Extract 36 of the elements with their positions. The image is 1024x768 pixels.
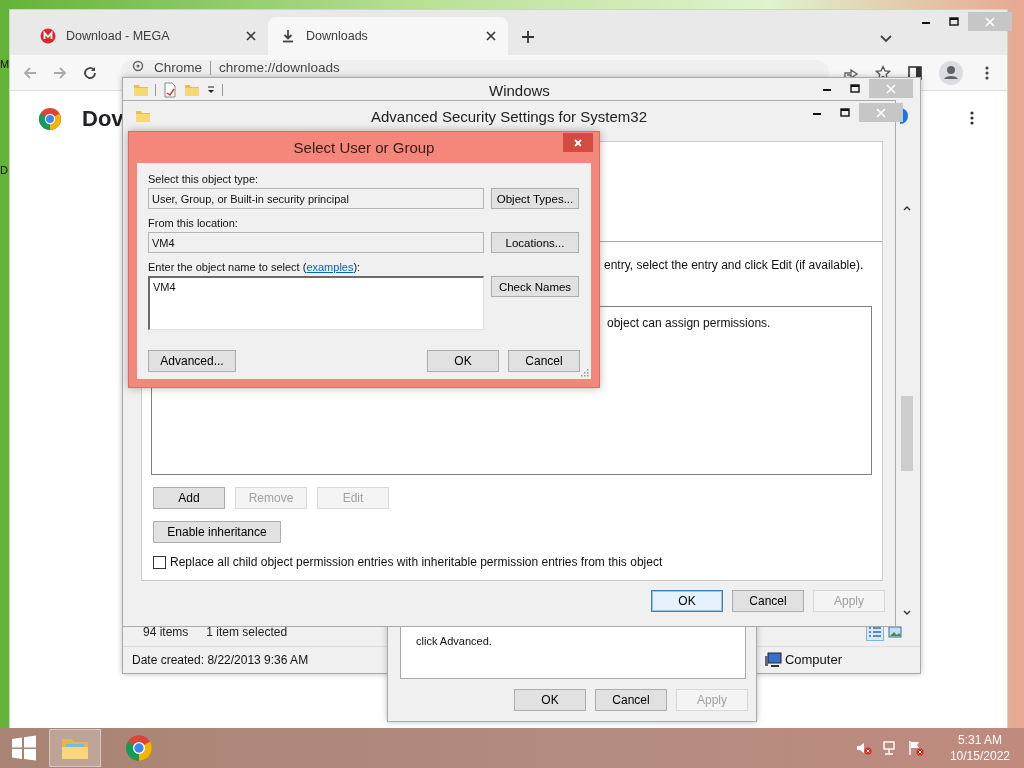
desktop-icon-label: D bbox=[0, 164, 8, 176]
object-type-field[interactable]: User, Group, or Built-in security principal bbox=[148, 188, 484, 209]
field-label: Select this object type: bbox=[148, 173, 260, 185]
dialog-button[interactable]: Cancel bbox=[595, 689, 667, 711]
field-label: From this location: bbox=[148, 217, 239, 229]
list-message: object can assign permissions. bbox=[607, 316, 771, 330]
desktop-icon-label: M bbox=[0, 58, 10, 70]
object-name-field[interactable]: VM4 bbox=[148, 276, 484, 330]
dialog-button[interactable]: Advanced... bbox=[148, 350, 236, 372]
dialog-button[interactable]: OK bbox=[427, 350, 499, 372]
checkbox-label: Replace all child object permission entries with inheritable permission entries from this object bbox=[170, 555, 663, 569]
locations-button[interactable]: Locations... bbox=[491, 232, 579, 253]
dialog-button[interactable]: Add bbox=[153, 487, 225, 509]
browser-tab[interactable]: Download - MEGA bbox=[28, 17, 268, 55]
instruction-text: entry, select the entry and click Edit (if available). bbox=[604, 258, 864, 272]
site-label: Chrome bbox=[154, 59, 202, 75]
object-types-button[interactable]: Object Types... bbox=[491, 188, 579, 209]
dialog-title: Select User or Group bbox=[293, 139, 435, 156]
dialog-button[interactable]: OK bbox=[651, 590, 723, 612]
field-label: Enter the object name to select (examples): bbox=[148, 261, 362, 273]
browser-tab[interactable]: Downloads bbox=[268, 17, 508, 55]
date-created: Date created: 8/22/2013 9:36 AM bbox=[132, 652, 309, 667]
dialog-button[interactable]: Cancel bbox=[732, 590, 804, 612]
enable-inheritance-button[interactable]: Enable inheritance bbox=[153, 521, 281, 543]
location-label: Computer bbox=[784, 652, 842, 667]
page-heading: Dov bbox=[82, 106, 124, 132]
url-text: chrome://downloads bbox=[219, 59, 340, 75]
dialog-button[interactable]: OK bbox=[514, 689, 586, 711]
dialog-button[interactable]: Cancel bbox=[508, 350, 580, 372]
selection-count: 1 item selected bbox=[206, 625, 288, 639]
location-field[interactable]: VM4 bbox=[148, 232, 484, 253]
item-count: 94 items bbox=[143, 625, 189, 639]
window-title: Advanced Security Settings for System32 bbox=[371, 108, 647, 125]
examples-link[interactable]: examples bbox=[306, 261, 354, 273]
info-text: click Advanced. bbox=[416, 635, 492, 647]
check-names-button[interactable]: Check Names bbox=[491, 276, 579, 297]
